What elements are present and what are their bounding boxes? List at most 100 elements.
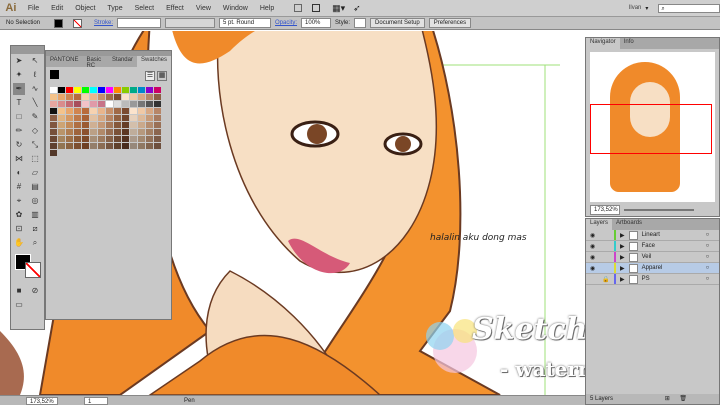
expand-arrow-icon[interactable]: ▶ <box>620 254 625 261</box>
swatch[interactable] <box>122 129 129 135</box>
swatch[interactable] <box>154 94 161 100</box>
swatch[interactable] <box>66 87 73 93</box>
user-menu[interactable]: Ilvan <box>629 5 642 11</box>
screen-mode-icon[interactable]: ▭ <box>13 299 25 311</box>
graph-tool-icon[interactable]: ▥ <box>29 209 41 221</box>
swatch[interactable] <box>90 108 97 114</box>
swatch[interactable] <box>82 115 89 121</box>
direct-selection-tool-icon[interactable]: ↖ <box>29 55 41 67</box>
style-select[interactable] <box>354 18 367 28</box>
swatch[interactable] <box>106 122 113 128</box>
expand-arrow-icon[interactable]: ▶ <box>620 232 625 239</box>
swatch[interactable] <box>146 101 153 107</box>
swatch[interactable] <box>122 87 129 93</box>
swatch[interactable] <box>130 122 137 128</box>
swatch[interactable] <box>82 129 89 135</box>
swatch[interactable] <box>50 115 57 121</box>
swatch-grid[interactable] <box>46 85 171 158</box>
swatch[interactable] <box>146 108 153 114</box>
expand-arrow-icon[interactable]: ▶ <box>620 276 625 283</box>
swatch[interactable] <box>50 94 57 100</box>
swatch[interactable] <box>50 101 57 107</box>
layer-row[interactable]: ◉ ▶ Apparel ○ <box>586 263 719 274</box>
swatch[interactable] <box>90 94 97 100</box>
swatch[interactable] <box>114 129 121 135</box>
tab-artboards[interactable]: Artboards <box>612 219 646 230</box>
swatch[interactable] <box>130 108 137 114</box>
rectangle-tool-icon[interactable]: □ <box>13 111 25 123</box>
layer-row[interactable]: ◉ ▶ Veil ○ <box>586 252 719 263</box>
menu-type[interactable]: Type <box>101 5 128 12</box>
layer-row[interactable]: ◉ ▶ Lineart ○ <box>586 230 719 241</box>
brush-select[interactable]: 5 pt. Round <box>219 18 272 28</box>
swatch[interactable] <box>98 136 105 142</box>
swatch[interactable] <box>50 143 57 149</box>
visibility-eye-icon[interactable]: ◉ <box>590 243 598 250</box>
tab-info[interactable]: Info <box>620 38 638 49</box>
target-circle-icon[interactable]: ○ <box>706 265 710 271</box>
swatch[interactable] <box>82 108 89 114</box>
fill-swatch[interactable] <box>54 18 63 28</box>
swatch[interactable] <box>66 136 73 142</box>
symbol-sprayer-tool-icon[interactable]: ✿ <box>13 209 25 221</box>
swatch[interactable] <box>138 136 145 142</box>
swatch[interactable] <box>66 101 73 107</box>
stock-icon[interactable] <box>312 4 321 12</box>
swatch[interactable] <box>154 122 161 128</box>
swatch[interactable] <box>98 129 105 135</box>
swatch[interactable] <box>74 87 81 93</box>
free-transform-tool-icon[interactable]: ⬚ <box>29 153 41 165</box>
swatch[interactable] <box>122 108 129 114</box>
stroke-weight-field[interactable] <box>117 18 162 28</box>
swatch[interactable] <box>82 143 89 149</box>
swatch[interactable] <box>146 87 153 93</box>
swatch[interactable] <box>90 122 97 128</box>
pencil-tool-icon[interactable]: ✏ <box>13 125 25 137</box>
expand-arrow-icon[interactable]: ▶ <box>620 243 625 250</box>
swatch[interactable] <box>66 108 73 114</box>
swatch[interactable] <box>122 115 129 121</box>
curvature-tool-icon[interactable]: ∿ <box>29 83 41 95</box>
zoom-tool-icon[interactable]: ⌕ <box>29 237 41 249</box>
menu-view[interactable]: View <box>190 5 217 12</box>
swatch[interactable] <box>98 108 105 114</box>
swatch[interactable] <box>98 122 105 128</box>
swatch[interactable] <box>66 143 73 149</box>
zoom-slider[interactable] <box>624 209 694 211</box>
swatch[interactable] <box>154 87 161 93</box>
swatch[interactable] <box>106 108 113 114</box>
tab-navigator[interactable]: Navigator <box>586 38 620 49</box>
current-tool-status[interactable]: Pen <box>184 398 195 404</box>
swatch[interactable] <box>58 129 65 135</box>
lasso-tool-icon[interactable]: ℓ <box>29 69 41 81</box>
swatch[interactable] <box>74 108 81 114</box>
swatch[interactable] <box>114 101 121 107</box>
swatch[interactable] <box>122 122 129 128</box>
swatch[interactable] <box>138 101 145 107</box>
tab-basic-rc[interactable]: Basic RC <box>82 56 108 69</box>
opacity-link[interactable]: Opacity: <box>275 20 297 26</box>
magic-wand-tool-icon[interactable]: ✦ <box>13 69 25 81</box>
swatch[interactable] <box>74 101 81 107</box>
swatch[interactable] <box>50 150 57 156</box>
swatch[interactable] <box>74 129 81 135</box>
none-mode-icon[interactable]: ⊘ <box>29 285 41 297</box>
swatch[interactable] <box>50 108 57 114</box>
view-box[interactable] <box>590 104 712 154</box>
swatch[interactable] <box>154 115 161 121</box>
swatch[interactable] <box>82 136 89 142</box>
lock-icon[interactable]: 🔒 <box>602 276 610 283</box>
swatch[interactable] <box>138 87 145 93</box>
swatch[interactable] <box>98 87 105 93</box>
swatch[interactable] <box>154 136 161 142</box>
swatch[interactable] <box>114 143 121 149</box>
navigator-zoom-field[interactable]: 173,52% <box>590 205 620 215</box>
swatch[interactable] <box>58 122 65 128</box>
swatch[interactable] <box>138 94 145 100</box>
menu-object[interactable]: Object <box>69 5 101 12</box>
swatch[interactable] <box>90 143 97 149</box>
swatch[interactable] <box>50 87 57 93</box>
stroke-link[interactable]: Stroke: <box>94 20 113 26</box>
swatch[interactable] <box>130 94 137 100</box>
swatch[interactable] <box>106 129 113 135</box>
